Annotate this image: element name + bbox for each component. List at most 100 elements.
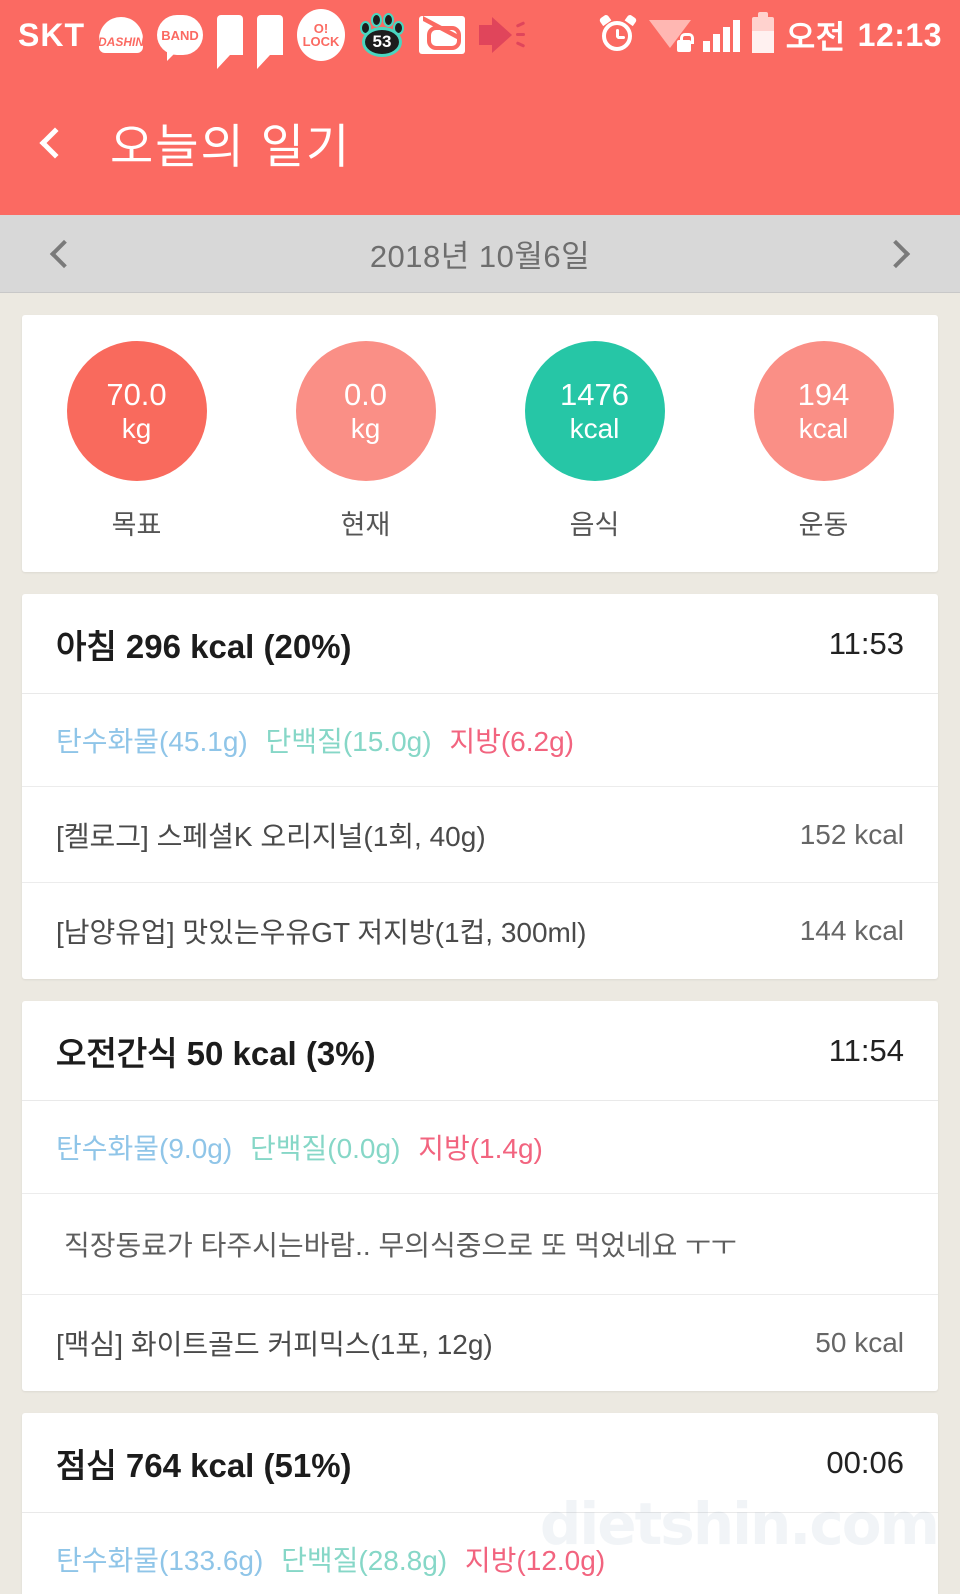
wifi-icon-glyph [648, 18, 694, 52]
goal-circle: 70.0 kg [66, 341, 207, 481]
date-navigation-bar: 2018년 10월6일 [0, 215, 960, 293]
food-row[interactable]: [맥심] 화이트골드 커피믹스(1포, 12g) 50 kcal [22, 1295, 938, 1391]
alarm-icon [598, 13, 638, 54]
current-label: 현재 [340, 510, 391, 540]
olock-line2: LOCK [302, 34, 340, 49]
status-bar: SKT DASHIN BAND O! LOCK 53 오전 12:13 [0, 0, 960, 70]
food-name: [남양유업] 맛있는우유GT 저지방(1컵, 300ml) [56, 917, 587, 948]
goal-label: 목표 [111, 510, 162, 540]
macro-protein: 단백질(15.0g) [265, 726, 432, 757]
dashin-icon: DASHIN [98, 17, 144, 53]
megaphone-body [479, 25, 493, 45]
paw-toe-2 [371, 13, 382, 27]
alarm-icon-glyph [598, 13, 638, 54]
battery-fill [751, 31, 774, 53]
quote-glyph [217, 15, 243, 69]
olock-icon-glyph: O! LOCK [297, 9, 345, 61]
exercise-label: 운동 [798, 510, 849, 540]
signal-bar-2 [712, 34, 720, 52]
summary-stat-current[interactable]: 0.0 kg 현재 [251, 341, 480, 542]
meal-title: 아침 296 kcal (20%) [56, 627, 352, 665]
paw-icon-glyph: 53 [359, 13, 405, 57]
status-bar-left: SKT DASHIN BAND O! LOCK 53 [18, 9, 526, 69]
carrier-label: SKT [18, 16, 85, 53]
diary-content: 70.0 kg 목표 0.0 kg 현재 1476 kcal 음식 194 kc… [0, 315, 960, 1594]
mail-icon [419, 16, 465, 54]
chevron-left-icon [49, 239, 79, 268]
megaphone-horn [492, 17, 512, 53]
alarm-hand-hour [616, 36, 625, 39]
wifi-locked-icon [648, 18, 694, 52]
macro-carb: 탄수화물(45.1g) [56, 726, 248, 757]
meal-title: 오전간식 50 kcal (3%) [56, 1034, 376, 1072]
megaphone-wave-1 [515, 21, 526, 28]
summary-circles: 70.0 kg 목표 0.0 kg 현재 1476 kcal 음식 194 kc… [22, 341, 938, 542]
page-title: 오늘의 일기 [110, 120, 352, 173]
macro-protein: 단백질(0.0g) [249, 1133, 401, 1164]
lock-icon [676, 33, 694, 52]
dashin-icon-glyph: DASHIN [98, 17, 144, 53]
clock-time: 12:13 [857, 16, 942, 53]
summary-stat-exercise[interactable]: 194 kcal 운동 [709, 341, 938, 542]
back-button[interactable] [0, 70, 110, 215]
kakaostory-quote-icon [217, 15, 243, 69]
food-row[interactable]: [켈로그] 스페셜K 오리지널(1회, 40g) 152 kcal [22, 787, 938, 883]
food-name: [켈로그] 스페셜K 오리지널(1회, 40g) [56, 820, 486, 852]
band-icon: BAND [157, 15, 203, 61]
food-name: [맥심] 화이트골드 커피믹스(1포, 12g) [56, 1329, 493, 1360]
food-row[interactable]: [남양유업] 맛있는우유GT 저지방(1컵, 300ml) 144 kcal [22, 883, 938, 979]
prev-day-button[interactable] [34, 224, 94, 284]
macro-carb: 탄수화물(133.6g) [56, 1545, 264, 1576]
megaphone-wave-2 [516, 33, 525, 36]
goal-value: 70.0 [106, 377, 167, 413]
current-circle: 0.0 kg [295, 341, 436, 481]
exercise-value: 194 [797, 377, 850, 413]
macro-row: 탄수화물(9.0g) 단백질(0.0g) 지방(1.4g) [22, 1101, 938, 1194]
meal-time: 11:54 [828, 1032, 904, 1068]
current-value: 0.0 [343, 377, 388, 413]
signal-bar-1 [702, 41, 710, 52]
current-unit: kg [350, 412, 381, 444]
macro-fat: 지방(12.0g) [464, 1545, 606, 1576]
meal-header[interactable]: 아침 296 kcal (20%) 11:53 [22, 594, 938, 694]
meal-memo[interactable]: 직장동료가 타주시는바람.. 무의식중으로 또 먹었네요 ㅜㅜ [22, 1194, 938, 1295]
meal-header[interactable]: 점심 764 kcal (51%) 00:06 [22, 1413, 938, 1513]
clock-ampm: 오전 [785, 19, 846, 55]
app-bar: 오늘의 일기 [0, 70, 960, 215]
olock-icon: O! LOCK [297, 9, 345, 61]
food-unit: kcal [569, 412, 620, 444]
summary-stat-goal[interactable]: 70.0 kg 목표 [22, 341, 251, 542]
signal-icon-glyph [702, 18, 740, 52]
food-kcal: 144 kcal [799, 915, 904, 946]
status-bar-right: 오전 12:13 [598, 12, 942, 58]
food-circle: 1476 kcal [524, 341, 665, 481]
exercise-unit: kcal [798, 412, 849, 444]
paw-badge-icon: 53 [359, 13, 405, 57]
meal-card[interactable]: 아침 296 kcal (20%) 11:53 탄수화물(45.1g) 단백질(… [22, 594, 938, 979]
meal-time: 11:53 [828, 625, 904, 661]
macro-fat: 지방(1.4g) [418, 1133, 543, 1164]
macro-protein: 단백질(28.8g) [281, 1545, 448, 1576]
food-value: 1476 [560, 377, 629, 413]
mail-icon-glyph [419, 16, 465, 54]
meal-header[interactable]: 오전간식 50 kcal (3%) 11:54 [22, 1001, 938, 1101]
macro-fat: 지방(6.2g) [449, 726, 574, 757]
signal-bar-4 [732, 20, 740, 52]
signal-icon [702, 18, 740, 52]
kakaostory-quote-icon-2 [257, 15, 283, 69]
battery-icon-glyph [751, 12, 774, 53]
summary-stat-food[interactable]: 1476 kcal 음식 [480, 341, 709, 542]
current-date-label[interactable]: 2018년 10월6일 [370, 231, 590, 276]
macro-row: 탄수화물(133.6g) 단백질(28.8g) 지방(12.0g) [22, 1513, 938, 1594]
meal-time: 00:06 [826, 1444, 904, 1480]
food-kcal: 152 kcal [799, 818, 904, 850]
chevron-right-icon [881, 239, 911, 268]
next-day-button[interactable] [866, 224, 926, 284]
food-label: 음식 [569, 510, 620, 540]
signal-bar-3 [722, 27, 730, 52]
exercise-circle: 194 kcal [753, 341, 894, 481]
meal-card[interactable]: 점심 764 kcal (51%) 00:06 탄수화물(133.6g) 단백질… [22, 1413, 938, 1594]
macro-row: 탄수화물(45.1g) 단백질(15.0g) 지방(6.2g) [22, 694, 938, 787]
meal-title: 점심 764 kcal (51%) [56, 1446, 352, 1484]
meal-card[interactable]: 오전간식 50 kcal (3%) 11:54 탄수화물(9.0g) 단백질(0… [22, 1001, 938, 1391]
